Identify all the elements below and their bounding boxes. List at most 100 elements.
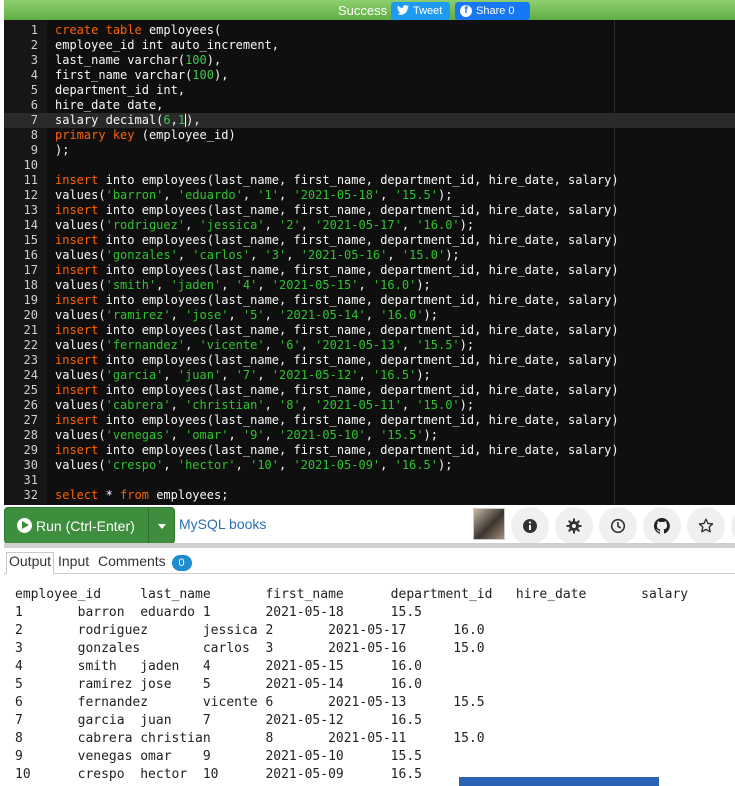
code-line[interactable]: 5 department_id int, [4,83,735,98]
play-icon [17,518,32,533]
code-line[interactable]: 12 values('barron', 'eduardo', '1', '2021… [4,188,735,203]
code-line[interactable]: 17 insert into employees(last_name, first… [4,263,735,278]
line-number: 18 [23,278,38,292]
code-line[interactable]: 24 values('garcia', 'juan', '7', '2021-05… [4,368,735,383]
sql-code-editor[interactable]: 1 create table employees(2 employee_id int… [4,20,735,505]
code-line[interactable]: 2 employee_id int auto_increment, [4,38,735,53]
output-row: 3 gonzales carlos 3 2021-05-16 15.0 [15,641,485,656]
line-number: 12 [23,188,38,202]
code-text: insert into employees(last_name, first_n… [55,443,619,457]
comments-count-badge: 0 [171,555,192,571]
line-number: 7 [30,113,38,127]
tab-comments[interactable]: Comments 0 [98,553,192,571]
code-text: insert into employees(last_name, first_n… [55,233,619,247]
code-line[interactable]: 19 insert into employees(last_name, first… [4,293,735,308]
line-number: 15 [23,233,38,247]
code-text: first_name varchar(100), [55,68,229,82]
code-line[interactable]: 8 primary key (employee_id) [4,128,735,143]
line-number: 20 [23,308,38,322]
code-text: insert into employees(last_name, first_n… [55,173,619,187]
code-line[interactable]: 11 insert into employees(last_name, first… [4,173,735,188]
advertisement-banner[interactable] [459,777,659,786]
line-number: 4 [30,68,38,82]
toolbar: Run (Ctrl-Enter) MySQL books [4,505,735,545]
caret-down-icon[interactable] [158,524,166,529]
line-number: 16 [23,248,38,262]
code-line[interactable]: 23 insert into employees(last_name, first… [4,353,735,368]
code-text: values('smith', 'jaden', '4', '2021-05-1… [55,278,431,292]
output-row: 7 garcia juan 7 2021-05-12 16.5 [15,713,422,728]
history-icon[interactable] [599,507,637,545]
code-line[interactable]: 4 first_name varchar(100), [4,68,735,83]
more-tool-button[interactable] [731,507,735,545]
line-number: 17 [23,263,38,277]
code-line[interactable]: 22 values('fernandez', 'vicente', '6', '2… [4,338,735,353]
code-line[interactable]: 16 values('gonzales', 'carlos', '3', '202… [4,248,735,263]
code-text: create table employees( [55,23,222,37]
code-text: values('garcia', 'juan', '7', '2021-05-1… [55,368,431,382]
line-number: 31 [23,473,38,487]
output-tabs: Output Input Comments 0 [4,550,735,574]
code-line[interactable]: 15 insert into employees(last_name, first… [4,233,735,248]
code-line[interactable]: 28 values('venegas', 'omar', '9', '2021-0… [4,428,735,443]
line-number: 13 [23,203,38,217]
line-number: 30 [23,458,38,472]
avatar[interactable] [473,508,505,540]
code-text: ); [55,143,70,157]
code-text: values('cabrera', 'christian', '8', '202… [55,398,475,412]
code-text: select * from employees; [55,488,229,502]
code-line[interactable]: 14 values('rodriguez', 'jessica', '2', '2… [4,218,735,233]
line-number: 19 [23,293,38,307]
line-number: 26 [23,398,38,412]
output-row: 4 smith jaden 4 2021-05-15 16.0 [15,659,422,674]
code-line[interactable]: 9); [4,143,735,158]
code-text: insert into employees(last_name, first_n… [55,353,619,367]
run-label: Run (Ctrl-Enter) [36,518,135,534]
facebook-share-button[interactable]: f Share 0 [455,2,530,20]
output-row: 10 crespo hector 10 2021-05-09 16.5 [15,767,422,782]
output-row: 1 barron eduardo 1 2021-05-18 15.5 [15,605,422,620]
code-line[interactable]: 30 values('crespo', 'hector', '10', '2021… [4,458,735,473]
line-number: 22 [23,338,38,352]
code-line[interactable]: 21 insert into employees(last_name, first… [4,323,735,338]
line-number: 6 [30,98,38,112]
panel-resize-handle[interactable] [4,543,735,548]
facebook-icon: f [460,5,472,17]
code-line[interactable]: 20 values('ramirez', 'jose', '5', '2021-0… [4,308,735,323]
gear-icon[interactable] [555,507,593,545]
line-number: 8 [30,128,38,142]
code-text: salary decimal(6,1), [55,113,201,127]
code-text: values('fernandez', 'vicente', '6', '202… [55,338,475,352]
code-line[interactable]: 31 [4,473,735,488]
output-header-row: employee_id last_name first_name departm… [15,587,689,602]
code-line[interactable]: 32 select * from employees; [4,488,735,503]
code-line[interactable]: 10 [4,158,735,173]
code-line[interactable]: 7 salary decimal(6,1), [4,113,735,128]
line-number: 23 [23,353,38,367]
code-line[interactable]: 13 insert into employees(last_name, first… [4,203,735,218]
code-text: insert into employees(last_name, first_n… [55,383,619,397]
code-line[interactable]: 18 values('smith', 'jaden', '4', '2021-05… [4,278,735,293]
line-number: 24 [23,368,38,382]
code-line[interactable]: 25 insert into employees(last_name, first… [4,383,735,398]
code-text: values('barron', 'eduardo', '1', '2021-0… [55,188,453,202]
code-text: values('crespo', 'hector', '10', '2021-0… [55,458,453,472]
github-icon[interactable] [643,507,681,545]
code-text: insert into employees(last_name, first_n… [55,293,619,307]
code-text: department_id int, [55,83,186,97]
run-button[interactable]: Run (Ctrl-Enter) [4,507,175,544]
info-icon[interactable] [511,507,549,545]
tweet-button[interactable]: Tweet [391,2,450,20]
mysql-books-link[interactable]: MySQL books [179,516,266,532]
code-text: values('venegas', 'omar', '9', '2021-05-… [55,428,438,442]
code-line[interactable]: 26 values('cabrera', 'christian', '8', '2… [4,398,735,413]
tab-input[interactable]: Input [58,553,89,569]
tab-output[interactable]: Output [6,552,55,574]
code-line[interactable]: 29 insert into employees(last_name, first… [4,443,735,458]
code-line[interactable]: 6 hire_date date, [4,98,735,113]
code-line[interactable]: 1 create table employees( [4,23,735,38]
star-icon[interactable] [687,507,725,545]
code-line[interactable]: 27 insert into employees(last_name, first… [4,413,735,428]
query-output: employee_id last_name first_name departm… [4,575,735,786]
code-line[interactable]: 3 last_name varchar(100), [4,53,735,68]
